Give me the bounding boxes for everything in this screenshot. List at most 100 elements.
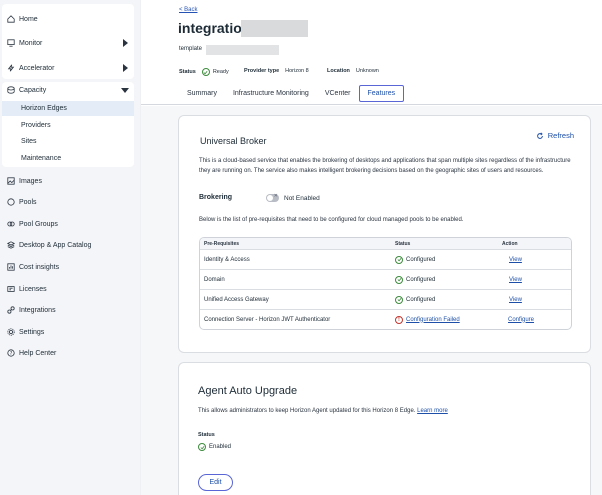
sidebar-item-pools[interactable]: Pools — [2, 195, 134, 209]
brokering-toggle[interactable]: ✕ — [266, 193, 279, 202]
catalog-icon — [7, 241, 15, 249]
agent-upgrade-description: This allows administrators to keep Horiz… — [198, 406, 578, 416]
status-label: Status — [179, 69, 196, 75]
capacity-icon — [7, 86, 15, 94]
licenses-icon — [7, 285, 15, 293]
back-link[interactable]: < Back — [179, 7, 198, 13]
sidebar-item-label: Settings — [19, 328, 45, 336]
chevron-right-icon — [123, 39, 128, 47]
sidebar-item-capacity[interactable]: Capacity — [2, 83, 134, 97]
sidebar-item-label: Licenses — [19, 285, 47, 293]
card-title: Agent Auto Upgrade — [198, 385, 298, 397]
main-content: < Back integration template Status Ready… — [141, 0, 602, 495]
refresh-icon — [536, 131, 543, 139]
tab-vcenter[interactable]: VCenter — [317, 85, 359, 102]
refresh-button[interactable]: Refresh — [536, 131, 574, 140]
sidebar-item-label: Accelerator — [19, 64, 55, 72]
check-circle-icon — [201, 68, 210, 76]
table-row: Domain Configured View — [200, 269, 571, 289]
status-text: Configured — [406, 296, 436, 303]
provider-type-value: Horizon 8 — [285, 68, 309, 74]
sidebar-subitem-providers[interactable]: Providers — [2, 118, 134, 133]
sidebar-item-label: Desktop & App Catalog — [19, 241, 92, 249]
view-link[interactable]: View — [509, 277, 522, 283]
brokering-state: Not Enabled — [284, 195, 320, 202]
home-icon — [7, 15, 15, 23]
tab-features[interactable]: Features — [358, 85, 405, 102]
sidebar-item-home[interactable]: Home — [2, 12, 134, 26]
sidebar-subitem-maintenance[interactable]: Maintenance — [2, 151, 134, 166]
prereq-status: Configured — [395, 295, 436, 304]
tab-divider — [141, 104, 602, 105]
sidebar-item-licenses[interactable]: Licenses — [2, 282, 134, 296]
card-title: Universal Broker — [200, 136, 267, 146]
configuration-failed-link[interactable]: Configuration Failed — [406, 317, 460, 323]
chevron-down-icon — [121, 88, 129, 93]
check-circle-icon — [395, 295, 403, 304]
integrations-icon — [7, 306, 15, 314]
sidebar-item-label: Pools — [19, 198, 37, 206]
check-circle-icon — [395, 255, 403, 264]
page-title: integration — [178, 20, 251, 36]
tab-infrastructure-monitoring[interactable]: Infrastructure Monitoring — [225, 85, 317, 102]
sidebar-subitem-horizon-edges[interactable]: Horizon Edges — [2, 101, 134, 116]
table-row: Unified Access Gateway Configured View — [200, 289, 571, 309]
learn-more-link[interactable]: Learn more — [417, 408, 448, 414]
sidebar-item-integrations[interactable]: Integrations — [2, 303, 134, 317]
tab-bar: Summary Infrastructure Monitoring VCente… — [179, 85, 405, 102]
prereq-status: Configured — [395, 275, 436, 284]
view-link[interactable]: View — [509, 257, 522, 263]
cost-icon — [7, 263, 15, 271]
prereq-name: Domain — [204, 276, 225, 283]
broker-description: This is a cloud-based service that enabl… — [199, 158, 571, 174]
sidebar-top-section: Home Monitor Accelerator — [2, 4, 134, 79]
prereq-status: Configured — [395, 255, 435, 264]
sidebar-item-monitor[interactable]: Monitor — [2, 36, 134, 50]
prereq-description: Below is the list of pre-requisites that… — [199, 217, 464, 223]
sidebar-item-settings[interactable]: Settings — [2, 325, 134, 339]
redacted-block — [241, 20, 308, 37]
table-header: Pre-Requisites Status Action — [200, 238, 571, 249]
sidebar-item-catalog[interactable]: Desktop & App Catalog — [2, 238, 134, 252]
settings-icon — [7, 328, 15, 336]
agent-status: Enabled — [198, 443, 231, 451]
sidebar-item-pool-groups[interactable]: Pool Groups — [2, 217, 134, 231]
status-text: Configured — [406, 276, 436, 283]
prereq-name: Identity & Access — [204, 256, 250, 263]
error-circle-icon: ! — [395, 315, 403, 324]
page-header: < Back integration template Status Ready… — [141, 0, 602, 106]
prereq-name: Connection Server - Horizon JWT Authenti… — [204, 316, 331, 323]
page-subtitle: template — [179, 46, 203, 52]
description-text: This allows administrators to keep Horiz… — [198, 408, 416, 414]
configure-link[interactable]: Configure — [508, 317, 534, 323]
status-value: Ready — [212, 69, 229, 75]
sidebar-item-label: Cost insights — [19, 263, 60, 271]
tab-summary[interactable]: Summary — [179, 85, 225, 102]
table-row: Connection Server - Horizon JWT Authenti… — [200, 309, 571, 329]
sidebar-item-label: Pool Groups — [19, 220, 58, 228]
status-label: Status — [198, 432, 215, 438]
location-value: Unknown — [355, 68, 379, 74]
chevron-right-icon — [123, 64, 128, 72]
sidebar-subitem-sites[interactable]: Sites — [2, 134, 134, 149]
sidebar-item-images[interactable]: Images — [2, 174, 134, 188]
monitor-icon — [7, 39, 15, 47]
edit-button[interactable]: Edit — [198, 474, 233, 491]
sidebar-item-label: Home — [19, 15, 38, 23]
column-header: Action — [502, 240, 518, 247]
pool-groups-icon — [7, 220, 15, 228]
location-label: Location — [327, 68, 350, 74]
view-link[interactable]: View — [509, 297, 522, 303]
column-header: Pre-Requisites — [204, 240, 240, 247]
sidebar-item-help-center[interactable]: ? Help Center — [2, 346, 134, 360]
sidebar-item-label: Integrations — [19, 306, 56, 314]
status-value: Enabled — [209, 444, 232, 450]
sidebar-item-label: Monitor — [19, 39, 43, 47]
universal-broker-card: Universal Broker Refresh This is a cloud… — [178, 115, 591, 353]
table-row: Identity & Access Configured View — [200, 249, 571, 269]
sidebar-item-accelerator[interactable]: Accelerator — [2, 61, 134, 75]
sidebar-item-cost-insights[interactable]: Cost insights — [2, 260, 134, 274]
prereq-name: Unified Access Gateway — [204, 296, 269, 303]
pools-icon — [7, 198, 15, 206]
provider-type-label: Provider type — [244, 68, 280, 74]
